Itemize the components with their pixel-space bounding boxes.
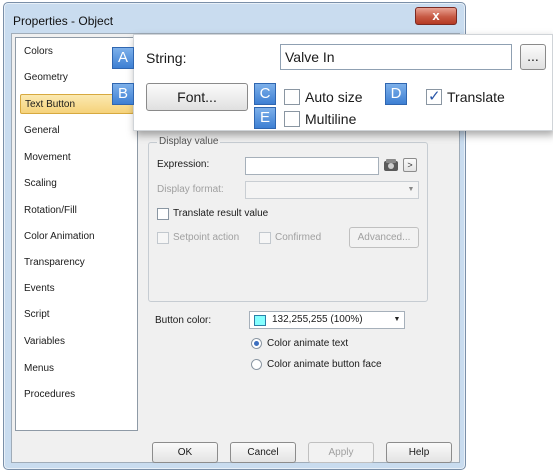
setpoint-action-label: Setpoint action (173, 232, 240, 243)
nav-item-transparency[interactable]: Transparency (20, 253, 134, 273)
button-color-combo[interactable]: 132,255,255 (100%) ▼ (249, 311, 405, 329)
multiline-label: Multiline (305, 111, 357, 127)
chevron-down-icon: ▼ (407, 186, 415, 193)
button-color-label: Button color: (155, 315, 212, 326)
translate-result-checkbox[interactable] (157, 208, 169, 220)
advanced-button[interactable]: Advanced... (349, 227, 419, 248)
display-value-group: Display value Expression: > Display form… (148, 136, 428, 302)
font-button[interactable]: Font... (146, 83, 248, 111)
display-format-label: Display format: (157, 184, 224, 195)
nav-item-procedures[interactable]: Procedures (20, 385, 134, 405)
close-icon: x (432, 8, 440, 23)
expression-label: Expression: (157, 159, 210, 170)
translate-checkbox[interactable] (426, 87, 442, 105)
help-button[interactable]: Help (386, 442, 452, 463)
callout-tag-c: C (254, 83, 276, 105)
chevron-down-icon: ▼ (393, 316, 401, 323)
group-title: Display value (157, 136, 221, 147)
apply-button[interactable]: Apply (308, 442, 374, 463)
callout-tag-a: A (112, 47, 134, 69)
color-animate-face-radio[interactable] (251, 359, 262, 370)
string-label: String: (146, 50, 187, 66)
window-title: Properties - Object (13, 14, 114, 28)
cancel-button[interactable]: Cancel (230, 442, 296, 463)
color-swatch (254, 315, 266, 326)
zoomed-callout: A String: Valve In ... B Font... C Auto … (112, 34, 553, 131)
nav-item-color-animation[interactable]: Color Animation (20, 227, 134, 247)
string-browse-button[interactable]: ... (520, 44, 546, 70)
translate-label: Translate (447, 89, 505, 105)
ok-button[interactable]: OK (152, 442, 218, 463)
expression-arrow-button[interactable]: > (403, 158, 417, 172)
nav-item-rotation-fill[interactable]: Rotation/Fill (20, 201, 134, 221)
multiline-checkbox[interactable] (284, 111, 300, 127)
callout-tag-e: E (254, 107, 276, 129)
display-format-combo[interactable]: ▼ (245, 181, 419, 199)
setpoint-action-checkbox[interactable] (157, 232, 169, 244)
color-animate-face-label: Color animate button face (267, 359, 382, 370)
button-color-value: 132,255,255 (100%) (272, 314, 363, 325)
variable-browser-icon[interactable] (383, 158, 399, 172)
nav-item-movement[interactable]: Movement (20, 148, 134, 168)
confirmed-checkbox[interactable] (259, 232, 271, 244)
nav-item-script[interactable]: Script (20, 305, 134, 325)
nav-item-events[interactable]: Events (20, 279, 134, 299)
title-bar[interactable]: Properties - Object x (4, 3, 465, 33)
callout-tag-b: B (112, 83, 134, 105)
auto-size-checkbox[interactable] (284, 89, 300, 105)
callout-tag-d: D (385, 83, 407, 105)
string-input[interactable]: Valve In (280, 44, 512, 70)
translate-result-label: Translate result value (173, 208, 269, 219)
close-button[interactable]: x (415, 7, 457, 25)
nav-item-menus[interactable]: Menus (20, 359, 134, 379)
expression-input[interactable] (245, 157, 379, 175)
color-animate-text-label: Color animate text (267, 338, 349, 349)
auto-size-label: Auto size (305, 89, 363, 105)
nav-item-general[interactable]: General (20, 121, 134, 141)
nav-item-scaling[interactable]: Scaling (20, 174, 134, 194)
nav-item-variables[interactable]: Variables (20, 332, 134, 352)
color-animate-text-radio[interactable] (251, 338, 262, 349)
chevron-right-icon: > (407, 160, 413, 170)
confirmed-label: Confirmed (275, 232, 322, 243)
